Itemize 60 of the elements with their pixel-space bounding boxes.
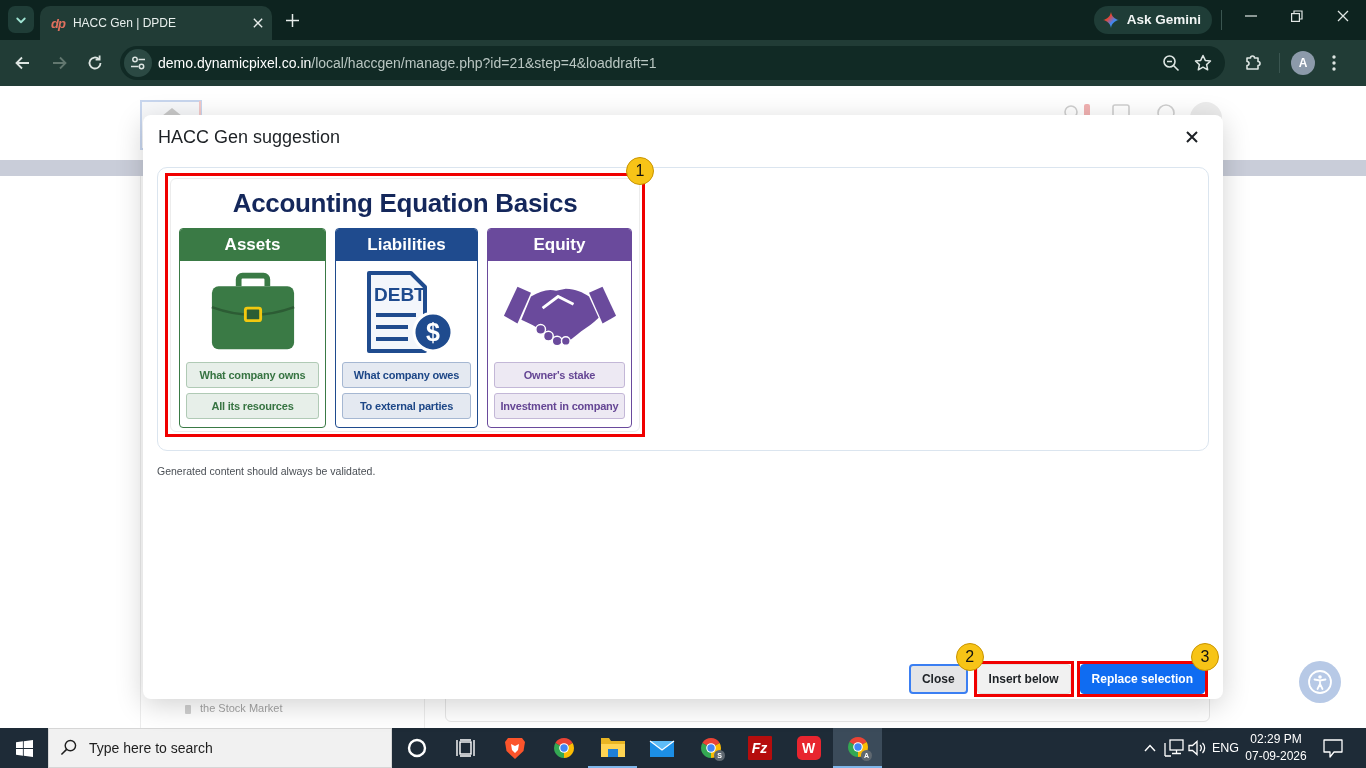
- chevron-up-icon[interactable]: [1143, 744, 1156, 752]
- site-info-button[interactable]: [124, 49, 152, 77]
- infographic-title: Accounting Equation Basics: [231, 188, 579, 218]
- callout-badge: 1: [626, 157, 654, 185]
- callout-badge: 3: [1191, 643, 1219, 671]
- clock-time[interactable]: 02:29 PM: [1245, 731, 1307, 748]
- tab-search-button[interactable]: [8, 6, 34, 33]
- envelope-icon[interactable]: [648, 738, 675, 758]
- category-header: Assets: [180, 229, 325, 261]
- dialog-title: HACC Gen suggestion: [158, 125, 341, 149]
- browser-tab[interactable]: dp HACC Gen | DPDE: [40, 6, 272, 40]
- search-field[interactable]: Type here to search: [48, 728, 392, 768]
- document-label: DEBT: [373, 283, 426, 305]
- app-logo-icon[interactable]: Fz: [747, 736, 772, 760]
- reload-icon[interactable]: [86, 54, 104, 72]
- category-header: Equity: [488, 229, 631, 261]
- notification-icon[interactable]: [1323, 738, 1343, 758]
- close-icon[interactable]: [1186, 131, 1198, 143]
- zoom-out-icon[interactable]: [1162, 54, 1180, 72]
- clock-date[interactable]: 07-09-2026: [1245, 748, 1307, 765]
- plus-icon[interactable]: [285, 13, 299, 27]
- restore-icon[interactable]: [1291, 10, 1303, 22]
- point-tag: All its resources: [186, 393, 319, 419]
- folder-icon[interactable]: [599, 736, 626, 758]
- search-icon: [60, 739, 77, 756]
- app-logo-icon[interactable]: W: [796, 736, 821, 760]
- volume-icon[interactable]: [1187, 740, 1206, 756]
- puzzle-icon[interactable]: [1244, 54, 1262, 72]
- ask-gemini-button[interactable]: Ask Gemini: [1093, 6, 1212, 34]
- task-view-icon[interactable]: [455, 739, 476, 757]
- start-icon[interactable]: [15, 739, 33, 757]
- shield-icon[interactable]: [503, 736, 526, 760]
- back-arrow-icon[interactable]: [14, 54, 32, 72]
- browser-icon[interactable]: [845, 735, 870, 759]
- browser-icon[interactable]: [551, 736, 576, 760]
- point-tag: To external parties: [342, 393, 471, 419]
- document-icon: [366, 270, 427, 353]
- dialog-button[interactable]: Insert below: [976, 664, 1071, 694]
- dialog-button[interactable]: Replace selection: [1079, 664, 1205, 694]
- sliders-icon: [130, 55, 146, 71]
- document-icon: [185, 705, 191, 714]
- url-text: demo.dynamicpixel.co.in/local/haccgen/manage.php?id=21&step=4&loaddraft=1: [158, 53, 657, 73]
- star-icon[interactable]: [1194, 54, 1212, 72]
- sparkle-icon: [1102, 12, 1119, 28]
- dialog-button[interactable]: Close: [908, 664, 968, 694]
- point-tag: Investment in company: [494, 393, 625, 419]
- point-tag: What company owns: [186, 362, 319, 388]
- person-icon: [1308, 670, 1332, 694]
- point-tag: Owner's stake: [494, 362, 625, 388]
- language-indicator[interactable]: ENG: [1211, 738, 1239, 758]
- address-field[interactable]: demo.dynamicpixel.co.in/local/haccgen/manage.php?id=21&step=4&loaddraft=1: [120, 46, 1225, 80]
- point-tag: What company owes: [342, 362, 471, 388]
- category-header: Liabilities: [336, 229, 477, 261]
- callout-badge: 2: [955, 643, 984, 671]
- network-icon[interactable]: [1163, 739, 1184, 757]
- site-logo-icon: dp: [51, 16, 65, 30]
- menu-icon[interactable]: [1332, 55, 1336, 71]
- dialog-note: Generated content should always be validated.: [157, 465, 377, 477]
- browser-icon[interactable]: [698, 736, 723, 760]
- ring-icon[interactable]: [406, 738, 427, 758]
